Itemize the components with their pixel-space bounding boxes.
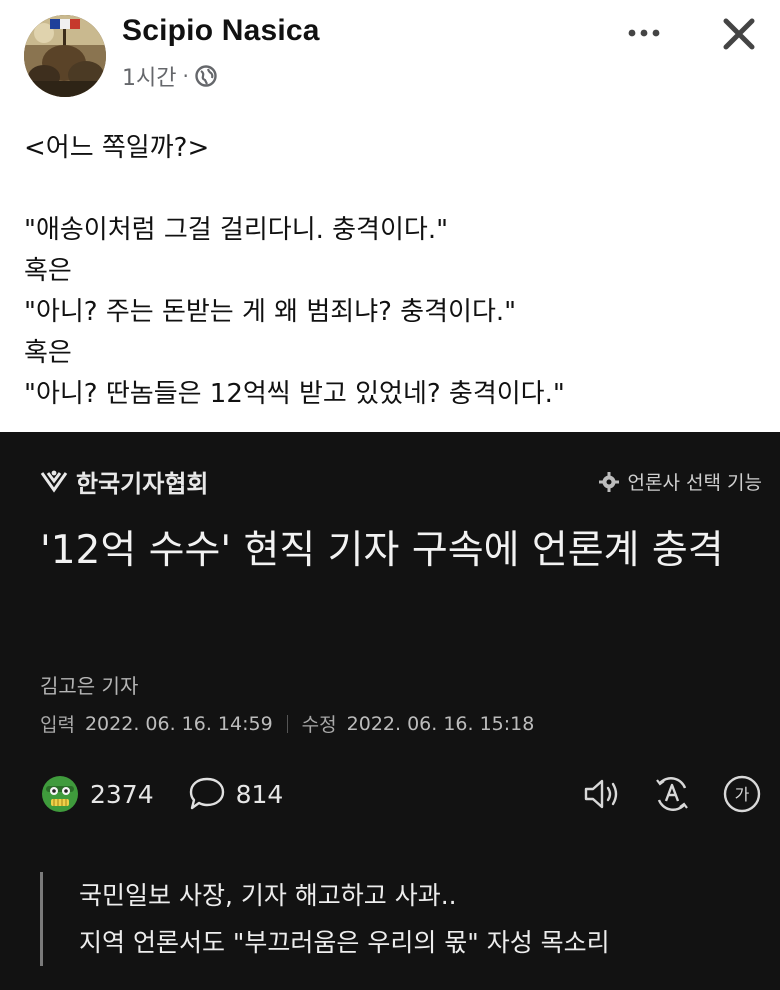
meta-separator: · [182,64,189,88]
press-select-label: 언론사 선택 기능 [627,472,762,494]
translate-icon [656,777,688,811]
reaction-emoji-icon [42,776,78,812]
font-size-icon: 가 [723,775,761,813]
post-meta: 1시간 · [122,60,217,92]
reaction-count: 2374 [90,779,154,809]
reaction-bar: 2374 814 [40,774,317,814]
comment-button[interactable]: 814 [188,776,284,812]
input-label: 입력 [40,714,75,736]
post-line: 혹은 [24,338,72,368]
press-select-button[interactable]: 언론사 선택 기능 [598,468,762,495]
post-text: <어느 쪽일까?> "애송이처럼 그걸 걸리다니. 충격이다." 혹은 "아니?… [24,128,764,415]
avatar-painting-icon [24,15,106,97]
font-size-label: 가 [735,785,750,804]
avatar[interactable] [24,15,106,97]
article-image[interactable]: 한국기자협회 언론사 선택 기능 '12억 수수' 현직 기자 구속에 언론계 … [0,432,780,990]
close-button[interactable] [717,12,761,56]
article-tools: 가 [582,774,762,814]
speaker-icon [584,779,618,809]
listen-button[interactable] [582,774,622,814]
article-dates: 입력 2022. 06. 16. 14:59 수정 2022. 06. 16. … [40,710,534,737]
post-line: 혹은 [24,256,72,286]
edit-date: 2022. 06. 16. 15:18 [346,712,535,735]
post-time[interactable]: 1시간 [122,60,176,92]
font-size-button[interactable]: 가 [722,774,762,814]
comment-icon [189,777,224,810]
reporter-name: 김고은 기자 [40,674,139,698]
post-line: <어느 쪽일까?> [24,133,210,163]
more-icon [628,29,660,37]
globe-icon [195,65,217,87]
brand-logo-icon [40,470,68,493]
summary-line: 지역 언론서도 "부끄러움은 우리의 몫" 자성 목소리 [79,928,610,957]
post-line: "아니? 주는 돈받는 게 왜 범죄냐? 충격이다." [24,297,517,327]
reaction-button[interactable]: 2374 [40,774,154,814]
brand-name: 한국기자협회 [76,470,209,498]
article-headline: '12억 수수' 현직 기자 구속에 언론계 충격 [40,528,724,573]
article-summary: 국민일보 사장, 기자 해고하고 사과.. 지역 언론서도 "부끄러움은 우리의… [40,872,760,966]
edit-label: 수정 [301,714,337,736]
translate-button[interactable] [652,774,692,814]
author-name[interactable]: Scipio Nasica [122,14,320,48]
gear-icon [598,471,619,492]
post-line-blank [24,169,764,210]
summary-line: 국민일보 사장, 기자 해고하고 사과.. [79,881,457,910]
comment-count: 814 [235,779,284,809]
brand: 한국기자협회 [40,464,208,499]
post-header: Scipio Nasica 1시간 · [0,0,780,110]
date-divider [286,714,288,733]
more-button[interactable] [624,18,664,48]
post-line: "아니? 딴놈들은 12억씩 받고 있었네? 충격이다." [24,379,565,409]
close-icon [723,18,755,50]
input-date: 2022. 06. 16. 14:59 [84,712,273,735]
post-line: "애송이처럼 그걸 걸리다니. 충격이다." [24,215,449,245]
